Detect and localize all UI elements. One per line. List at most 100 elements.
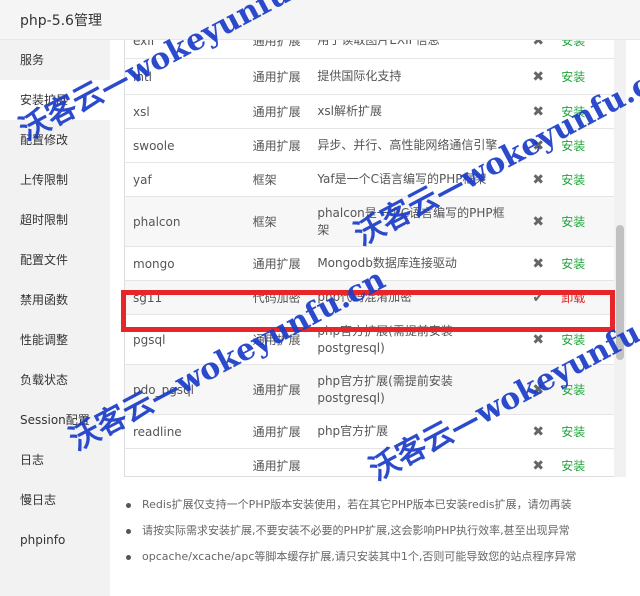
extension-description: 提供国际化支持: [309, 58, 524, 95]
cross-icon: ✖: [532, 40, 545, 49]
extension-status: ✖: [523, 314, 554, 365]
install-button[interactable]: 安装: [561, 139, 585, 153]
install-button[interactable]: 安装: [561, 333, 585, 347]
php-manager-window: php-5.6管理 服务 安装扩展 配置修改 上传限制 超时限制 配置文件 禁用…: [0, 0, 640, 596]
extension-type: 框架: [244, 162, 310, 197]
extension-type: 通用扩展: [244, 414, 310, 449]
extension-name: pdo_pgsql: [125, 364, 245, 415]
extension-status: ✖: [523, 414, 554, 449]
extension-name: xsl: [125, 94, 245, 129]
extension-type: 通用扩展: [244, 364, 310, 415]
table-row: intl 通用扩展 提供国际化支持 ✖ 安装: [125, 58, 615, 95]
install-button[interactable]: 安装: [561, 40, 585, 48]
table-row: phalcon 框架 phalcon是一个C语言编写的PHP框架 ✖ 安装: [125, 196, 615, 247]
extension-description: 用于读取图片EXIF信息: [309, 40, 524, 59]
table-row: pgsql 通用扩展 php官方扩展(需提前安装postgresql) ✖ 安装: [125, 314, 615, 365]
extension-description: Mongodb数据库连接驱动: [309, 246, 524, 281]
note-item: 请按实际需求安装扩展,不要安装不必要的PHP扩展,这会影响PHP执行效率,甚至出…: [124, 523, 624, 549]
extension-status: ✖: [523, 128, 554, 163]
table-row: 通用扩展 ✖ 安装: [125, 448, 615, 476]
cross-icon: ✖: [532, 213, 545, 230]
install-button[interactable]: 安装: [561, 383, 585, 397]
cross-icon: ✖: [532, 171, 545, 188]
cross-icon: ✖: [532, 137, 545, 154]
table-row: yaf 框架 Yaf是一个C语言编写的PHP框架 ✖ 安装: [125, 162, 615, 197]
extension-name: [125, 448, 245, 476]
extension-action: 安装: [553, 314, 615, 365]
install-button[interactable]: 安装: [561, 459, 585, 473]
sidebar-item-disabled-functions[interactable]: 禁用函数: [0, 280, 110, 320]
extension-description: xsl解析扩展: [309, 94, 524, 129]
sidebar-item-slow-log[interactable]: 慢日志: [0, 480, 110, 520]
sidebar-item-config-file[interactable]: 配置文件: [0, 240, 110, 280]
table-row: mongo 通用扩展 Mongodb数据库连接驱动 ✖ 安装: [125, 246, 615, 281]
extension-description: 异步、并行、高性能网络通信引擎: [309, 128, 524, 163]
extension-status: ✖: [523, 246, 554, 281]
extension-type: 通用扩展: [244, 246, 310, 281]
check-icon: ✔: [532, 289, 545, 306]
table-row: swoole 通用扩展 异步、并行、高性能网络通信引擎 ✖ 安装: [125, 128, 615, 163]
table-scrollbar[interactable]: [614, 40, 626, 477]
install-button[interactable]: 安装: [561, 70, 585, 84]
extension-name: swoole: [125, 128, 245, 163]
extension-status: ✖: [523, 448, 554, 476]
extension-action: 安装: [553, 414, 615, 449]
window-titlebar: php-5.6管理: [0, 0, 640, 40]
extension-status: ✔: [523, 280, 554, 315]
extension-type: 通用扩展: [244, 314, 310, 365]
cross-icon: ✖: [532, 68, 545, 85]
extension-status: ✖: [523, 196, 554, 247]
install-button[interactable]: 安装: [561, 257, 585, 271]
extension-description: [309, 448, 524, 476]
table-row: exif 通用扩展 用于读取图片EXIF信息 ✖ 安装: [125, 40, 615, 59]
sidebar-item-timeout-limit[interactable]: 超时限制: [0, 200, 110, 240]
extension-type: 框架: [244, 196, 310, 247]
table-row: xsl 通用扩展 xsl解析扩展 ✖ 安装: [125, 94, 615, 129]
extension-type: 通用扩展: [244, 58, 310, 95]
extension-description: php代码混淆加密: [309, 280, 524, 315]
extension-action: 安装: [553, 58, 615, 95]
sidebar-item-config-modify[interactable]: 配置修改: [0, 120, 110, 160]
extension-action: 安装: [553, 196, 615, 247]
sidebar-item-upload-limit[interactable]: 上传限制: [0, 160, 110, 200]
extension-name: intl: [125, 58, 245, 95]
install-button[interactable]: 安装: [561, 425, 585, 439]
extension-name: readline: [125, 414, 245, 449]
install-button[interactable]: 安装: [561, 173, 585, 187]
extension-status: ✖: [523, 58, 554, 95]
extension-name: yaf: [125, 162, 245, 197]
extension-description: php官方扩展: [309, 414, 524, 449]
sidebar-item-load-status[interactable]: 负载状态: [0, 360, 110, 400]
extension-action: 安装: [553, 128, 615, 163]
cross-icon: ✖: [532, 103, 545, 120]
extension-status: ✖: [523, 364, 554, 415]
extensions-table-container[interactable]: exif 通用扩展 用于读取图片EXIF信息 ✖ 安装 intl 通用扩展 提供国际化支持 ✖ 安…: [124, 40, 616, 477]
table-row: sg11 代码加密 php代码混淆加密 ✔ 卸载: [125, 280, 615, 315]
extension-name: phalcon: [125, 196, 245, 247]
extensions-table: exif 通用扩展 用于读取图片EXIF信息 ✖ 安装 intl 通用扩展 提供国际化支持 ✖ 安…: [125, 40, 615, 476]
extension-name: sg11: [125, 280, 245, 315]
install-button[interactable]: 安装: [561, 105, 585, 119]
extension-description: phalcon是一个C语言编写的PHP框架: [309, 196, 524, 247]
extension-action: 安装: [553, 448, 615, 476]
sidebar-item-phpinfo[interactable]: phpinfo: [0, 520, 110, 560]
extension-action: 安装: [553, 364, 615, 415]
sidebar-item-session-config[interactable]: Session配置: [0, 400, 110, 440]
cross-icon: ✖: [532, 255, 545, 272]
extension-status: ✖: [523, 40, 554, 59]
extension-action: 安装: [553, 246, 615, 281]
extension-action: 安装: [553, 40, 615, 59]
extension-description: Yaf是一个C语言编写的PHP框架: [309, 162, 524, 197]
scrollbar-thumb[interactable]: [616, 225, 624, 360]
sidebar-item-performance[interactable]: 性能调整: [0, 320, 110, 360]
uninstall-button[interactable]: 卸载: [561, 291, 585, 305]
notes-list: Redis扩展仅支持一个PHP版本安装使用，若在其它PHP版本已安装redis扩…: [124, 497, 624, 575]
sidebar: 服务 安装扩展 配置修改 上传限制 超时限制 配置文件 禁用函数 性能调整 负载…: [0, 40, 110, 596]
install-button[interactable]: 安装: [561, 215, 585, 229]
extension-action: 卸载: [553, 280, 615, 315]
sidebar-item-install-extensions[interactable]: 安装扩展: [0, 80, 110, 120]
note-item: Redis扩展仅支持一个PHP版本安装使用，若在其它PHP版本已安装redis扩…: [124, 497, 624, 523]
extension-name: mongo: [125, 246, 245, 281]
sidebar-item-log[interactable]: 日志: [0, 440, 110, 480]
sidebar-item-service[interactable]: 服务: [0, 40, 110, 80]
